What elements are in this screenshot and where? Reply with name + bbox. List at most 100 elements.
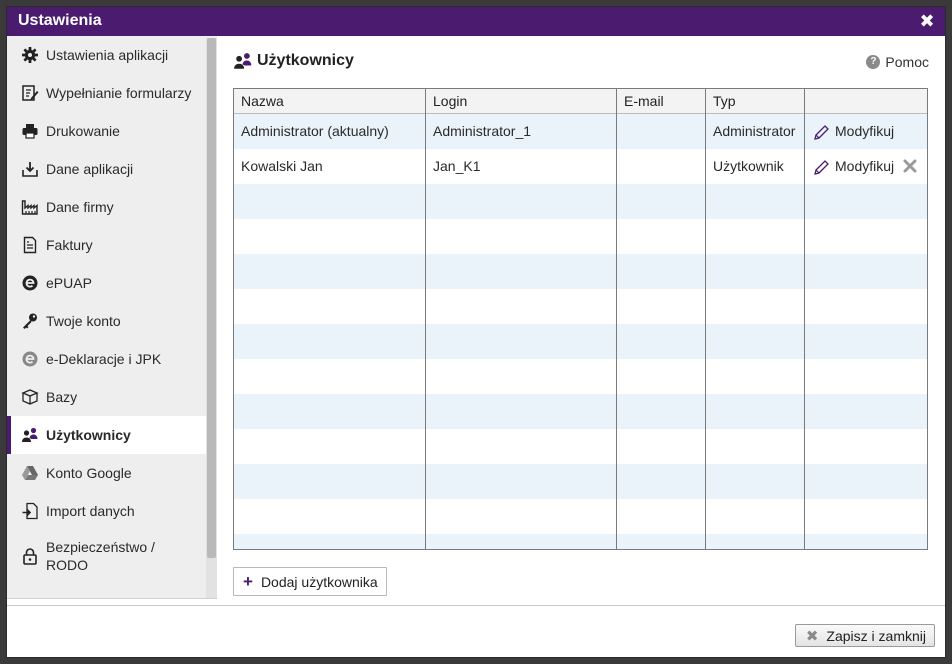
gear-icon xyxy=(21,46,39,64)
factory-icon xyxy=(21,198,39,216)
sidebar-scrollbar[interactable] xyxy=(206,38,217,598)
cell-type: Użytkownik xyxy=(706,149,805,184)
empty-row xyxy=(234,219,927,254)
save-and-close-button[interactable]: ✖ Zapisz i zamknij xyxy=(794,624,935,647)
import-icon xyxy=(21,502,39,520)
box-icon xyxy=(21,388,39,406)
sidebar-item-label: Konto Google xyxy=(46,465,132,481)
printer-icon xyxy=(21,122,39,140)
footer-divider xyxy=(7,605,945,606)
empty-row xyxy=(234,499,927,534)
sidebar-item-databases[interactable]: Bazy xyxy=(7,378,206,416)
pencil-icon xyxy=(814,159,829,175)
edeklaracje-icon xyxy=(21,350,39,368)
lock-icon xyxy=(21,547,39,565)
sidebar-item-label: Ustawienia aplikacji xyxy=(46,47,169,63)
column-header-actions xyxy=(805,89,927,114)
cell-actions: Modyfikuj xyxy=(805,114,927,149)
save-close-label: Zapisz i zamknij xyxy=(826,627,926,644)
help-link[interactable]: ? Pomoc xyxy=(866,54,929,70)
sidebar-item-company-data[interactable]: Dane firmy xyxy=(7,188,206,226)
users-panel: Użytkownicy ? Pomoc Nazwa Login E-mail T… xyxy=(233,47,933,596)
sidebar-item-label: ePUAP xyxy=(46,275,92,291)
sidebar-item-label: Dane firmy xyxy=(46,199,114,215)
modify-button[interactable]: Modyfikuj xyxy=(813,149,894,184)
sidebar-scrollbar-thumb[interactable] xyxy=(207,38,216,558)
sidebar-item-label: Drukowanie xyxy=(46,123,120,139)
sidebar-item-form-filling[interactable]: Wypełnianie formularzy xyxy=(7,74,206,112)
epuap-icon xyxy=(21,274,39,292)
add-user-button[interactable]: + Dodaj użytkownika xyxy=(233,567,387,596)
users-icon xyxy=(233,51,253,71)
sidebar-item-epuap[interactable]: ePUAP xyxy=(7,264,206,302)
sidebar-item-label: e-Deklaracje i JPK xyxy=(46,351,162,367)
sidebar-item-printing[interactable]: Drukowanie xyxy=(7,112,206,150)
sidebar-item-label: Użytkownicy xyxy=(46,427,131,443)
sidebar-divider xyxy=(7,598,217,599)
empty-row xyxy=(234,324,927,359)
empty-row xyxy=(234,394,927,429)
sidebar-item-google-account[interactable]: Konto Google xyxy=(7,454,206,492)
download-tray-icon xyxy=(21,160,39,178)
help-icon: ? xyxy=(866,55,881,69)
form-edit-icon xyxy=(21,84,39,102)
title-bar: Ustawienia ✖ xyxy=(7,7,945,36)
table-row[interactable]: Administrator (aktualny) Administrator_1… xyxy=(234,114,927,149)
close-icon[interactable]: ✖ xyxy=(917,11,937,31)
sidebar-item-label: Bazy xyxy=(46,389,78,405)
users-icon xyxy=(21,426,39,444)
modify-label: Modyfikuj xyxy=(835,158,895,174)
sidebar-item-label: Import danych xyxy=(46,503,135,519)
cell-name: Administrator (aktualny) xyxy=(234,114,426,149)
sidebar-item-app-data[interactable]: Dane aplikacji xyxy=(7,150,206,188)
table-body: Administrator (aktualny) Administrator_1… xyxy=(234,114,927,549)
sidebar-item-label: Twoje konto xyxy=(46,313,121,329)
sidebar-nav: Ustawienia aplikacji Wypełnianie formula… xyxy=(7,36,206,582)
close-x-icon: ✖ xyxy=(805,627,819,645)
empty-row xyxy=(234,254,927,289)
sidebar-item-e-declarations[interactable]: e-Deklaracje i JPK xyxy=(7,340,206,378)
empty-row xyxy=(234,359,927,394)
cell-email xyxy=(617,149,706,184)
cell-login: Administrator_1 xyxy=(426,114,617,149)
pencil-icon xyxy=(814,124,829,140)
table-header: Nazwa Login E-mail Typ xyxy=(234,89,927,114)
empty-row xyxy=(234,289,927,324)
sidebar-item-your-account[interactable]: Twoje konto xyxy=(7,302,206,340)
sidebar-item-security-gdpr[interactable]: Bezpieczeństwo / RODO xyxy=(7,530,206,582)
page-title: Użytkownicy xyxy=(257,52,354,69)
empty-row xyxy=(234,464,927,499)
cell-name: Kowalski Jan xyxy=(234,149,426,184)
settings-dialog: Ustawienia ✖ Ustawienia aplikacji Wypełn… xyxy=(6,6,946,658)
add-user-label: Dodaj użytkownika xyxy=(260,573,378,590)
sidebar-item-label: Bezpieczeństwo / RODO xyxy=(46,539,155,573)
sidebar-item-label: Faktury xyxy=(46,237,93,253)
modify-label: Modyfikuj xyxy=(835,123,895,139)
delete-icon[interactable] xyxy=(903,159,917,173)
modify-button[interactable]: Modyfikuj xyxy=(813,114,894,149)
dialog-title: Ustawienia xyxy=(18,12,102,29)
column-header-email[interactable]: E-mail xyxy=(617,89,706,114)
empty-row xyxy=(234,534,927,549)
plus-icon: + xyxy=(243,572,253,591)
invoice-icon xyxy=(21,236,39,254)
column-header-type[interactable]: Typ xyxy=(706,89,805,114)
empty-row xyxy=(234,184,927,219)
column-header-login[interactable]: Login xyxy=(426,89,617,114)
table-row[interactable]: Kowalski Jan Jan_K1 Użytkownik Modyfikuj xyxy=(234,149,927,184)
sidebar-item-app-settings[interactable]: Ustawienia aplikacji xyxy=(7,36,206,74)
sidebar-item-data-import[interactable]: Import danych xyxy=(7,492,206,530)
section-header: Użytkownicy ? Pomoc xyxy=(233,47,933,75)
empty-row xyxy=(234,429,927,464)
settings-sidebar: Ustawienia aplikacji Wypełnianie formula… xyxy=(7,36,217,598)
sidebar-item-label: Wypełnianie formularzy xyxy=(46,85,192,101)
users-table: Nazwa Login E-mail Typ Administrator (ak… xyxy=(233,88,928,550)
cell-type: Administrator xyxy=(706,114,805,149)
help-label: Pomoc xyxy=(885,54,929,70)
cell-login: Jan_K1 xyxy=(426,149,617,184)
column-header-name[interactable]: Nazwa xyxy=(234,89,426,114)
sidebar-item-invoices[interactable]: Faktury xyxy=(7,226,206,264)
sidebar-item-users[interactable]: Użytkownicy xyxy=(7,416,206,454)
cell-email xyxy=(617,114,706,149)
google-drive-icon xyxy=(21,464,39,482)
